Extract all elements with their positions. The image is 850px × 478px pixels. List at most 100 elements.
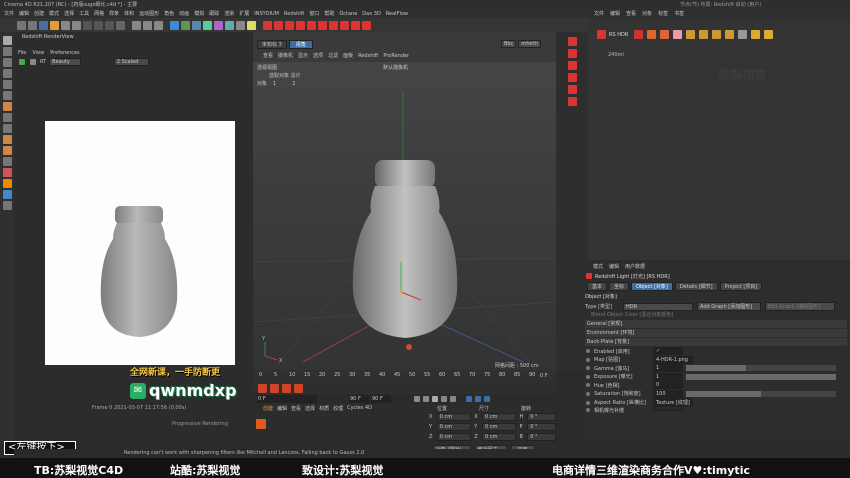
pos-key-icon[interactable] (294, 383, 303, 393)
rotate-icon[interactable] (72, 20, 81, 30)
material-tab-3[interactable]: 选择 (305, 405, 315, 412)
menu-item-6[interactable]: 网格 (94, 10, 104, 17)
paint-icon[interactable] (2, 157, 12, 166)
menu-item-22[interactable]: RealFlow (386, 11, 408, 17)
live-select-icon[interactable] (39, 20, 48, 30)
menu-item-13[interactable]: 跟踪 (209, 10, 219, 17)
menu-item-9[interactable]: 运动图形 (139, 10, 159, 17)
play-render-icon[interactable] (19, 59, 25, 65)
timeline-ruler[interactable]: 0 5 10 15 20 25 30 35 40 45 50 55 60 65 70 75 80 85 90 (259, 372, 539, 380)
pen-icon[interactable] (181, 20, 190, 30)
tag-icon-11[interactable] (764, 30, 774, 39)
rs-proxy-icon[interactable] (296, 20, 305, 30)
menu-item-17[interactable]: Redshift (284, 11, 304, 17)
render-view-icon[interactable] (132, 20, 141, 30)
redo-icon[interactable] (28, 20, 37, 30)
attr-field-value[interactable]: 4-HDR-1.png (653, 355, 693, 364)
sculpt-icon[interactable] (2, 135, 12, 144)
attr-field-value[interactable]: 1 (653, 364, 683, 372)
menu-item-11[interactable]: 动画 (179, 10, 189, 17)
viewport-menu-item-4[interactable]: 过滤 (328, 52, 338, 59)
tag-icon-10[interactable] (751, 30, 761, 39)
om-menu-item-3[interactable]: 对象 (642, 10, 652, 17)
material-tab-4[interactable]: 材质 (319, 405, 329, 412)
keyframe-icon-2[interactable] (475, 396, 481, 402)
subdivision-icon[interactable] (192, 20, 201, 30)
rs-env-icon[interactable] (362, 20, 371, 30)
keyframe-icon-1[interactable] (466, 396, 472, 402)
keyframe-sel-icon[interactable] (282, 383, 291, 393)
menu-item-21[interactable]: Dax 3D (362, 11, 381, 17)
attr-field-value[interactable] (653, 409, 683, 411)
viewport-menu-item-2[interactable]: 显示 (298, 52, 308, 59)
om-menu-item-2[interactable]: 查看 (626, 10, 636, 17)
tag-icon-5[interactable] (686, 30, 696, 39)
workplane-icon[interactable] (2, 113, 12, 122)
viewport-menu-item-3[interactable]: 选项 (313, 52, 323, 59)
coord-size-field[interactable]: 0 cm (482, 433, 517, 441)
attr-menu-0[interactable]: 模式 (593, 263, 603, 270)
rs-spot-icon[interactable] (340, 20, 349, 30)
attr-field-value[interactable]: 1 (653, 372, 683, 381)
coord-rotation-field[interactable]: 0 ° (527, 423, 556, 431)
tag-icon-2[interactable] (647, 30, 657, 39)
rs-tool-6-icon[interactable] (567, 97, 577, 106)
viewport-menu-item-6[interactable]: Redshift (358, 53, 378, 59)
attr-tab-1[interactable]: 坐标 (609, 282, 630, 291)
rs-sun-icon[interactable] (318, 20, 327, 30)
om-menu-item-4[interactable]: 标签 (658, 10, 668, 17)
world-coord-icon[interactable] (116, 20, 125, 30)
play-icon[interactable] (432, 396, 438, 402)
menu-item-3[interactable]: 模式 (49, 10, 59, 17)
keyframe-icon-3[interactable] (484, 396, 490, 402)
attr-field-slider[interactable] (686, 365, 836, 371)
snap-icon[interactable] (2, 102, 12, 111)
attr-group-header[interactable]: Environment [环境] (585, 329, 847, 337)
rv-menu-item-1[interactable]: View (32, 50, 44, 56)
tag-icon-3[interactable] (660, 30, 670, 39)
rs-volume-icon[interactable] (351, 20, 360, 30)
prev-frame-icon[interactable] (423, 396, 429, 402)
om-menu-item-1[interactable]: 编辑 (610, 10, 620, 17)
attr-field-value[interactable]: ✓ (653, 347, 683, 355)
deformer-icon[interactable] (214, 20, 223, 30)
material-tab-6[interactable]: Cycles 4D (347, 405, 372, 411)
attr-group-header[interactable]: General [常规] (585, 320, 847, 328)
coord-rotation-field[interactable]: 0 ° (527, 413, 556, 421)
rs-tool-2-icon[interactable] (567, 49, 577, 58)
menu-item-12[interactable]: 模拟 (194, 10, 204, 17)
layer-icon[interactable] (2, 190, 12, 199)
rt-toggle[interactable]: RT (40, 59, 46, 65)
menu-item-1[interactable]: 编辑 (19, 10, 29, 17)
render-settings-icon[interactable] (154, 20, 163, 30)
scale-icon[interactable] (61, 20, 70, 30)
attr-tab-3[interactable]: Details [细节] (674, 282, 718, 291)
material-tab-2[interactable]: 查看 (291, 405, 301, 412)
go-start-icon[interactable] (414, 396, 420, 402)
menu-item-15[interactable]: 扩展 (239, 10, 249, 17)
type-dropdown[interactable]: HDR (623, 302, 693, 311)
attr-field-slider[interactable] (686, 373, 836, 380)
menu-item-19[interactable]: 帮助 (324, 10, 334, 17)
coord-size-field[interactable]: 0 cm (482, 413, 517, 421)
rs-dome-icon[interactable] (307, 20, 316, 30)
mforth-button[interactable]: mforth (518, 40, 542, 48)
attr-menu-2[interactable]: 用户数据 (625, 263, 645, 270)
y-axis-icon[interactable] (94, 20, 103, 30)
camera-icon[interactable] (236, 20, 245, 30)
rs-camera-icon[interactable] (274, 20, 283, 30)
rs-light-icon[interactable] (263, 20, 272, 30)
tab-untitled[interactable]: 未知标 3 (257, 40, 287, 49)
brush-icon[interactable] (2, 146, 12, 155)
end-frame-field[interactable]: 90 F (349, 395, 369, 403)
viewport-menu-item-7[interactable]: ProRender (383, 53, 409, 59)
menu-item-10[interactable]: 角色 (164, 10, 174, 17)
start-frame-field[interactable]: 0 F (257, 395, 317, 403)
end-frame-field-2[interactable]: 90 F (371, 395, 391, 403)
rs-tool-5-icon[interactable] (567, 85, 577, 94)
material-tab-0[interactable]: 创建 (263, 405, 273, 412)
menu-item-18[interactable]: 窗口 (309, 10, 319, 17)
next-frame-icon[interactable] (441, 396, 447, 402)
object-name[interactable]: RS HDR (609, 32, 628, 38)
viewport-menu-item-1[interactable]: 摄像机 (278, 52, 293, 59)
